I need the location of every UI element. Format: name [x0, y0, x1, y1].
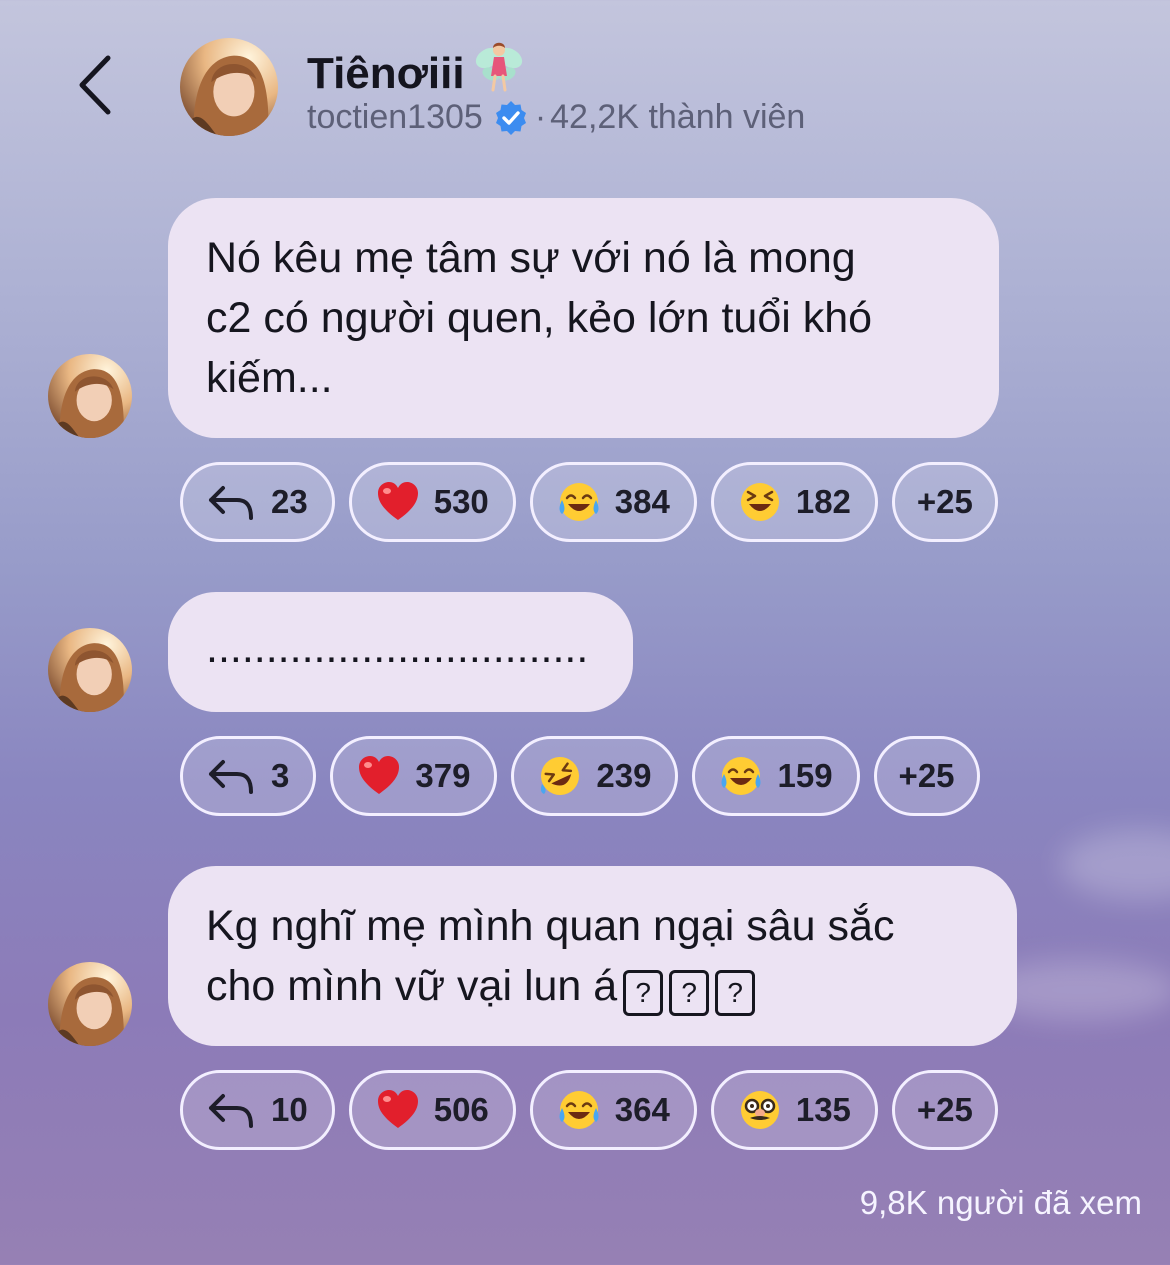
- reaction-rolling-laugh[interactable]: 239: [511, 736, 679, 816]
- reaction-count: 364: [614, 1091, 670, 1128]
- view-count: 9,8K người đã xem: [859, 1184, 1142, 1221]
- reply-icon: [209, 1094, 253, 1128]
- avatar[interactable]: [48, 354, 132, 438]
- avatar[interactable]: [48, 628, 132, 712]
- reaction-squinting-laugh[interactable]: 182: [710, 462, 878, 542]
- channel-subtitle: toctien1305 · 42,2K thành viên: [307, 96, 805, 138]
- missing-glyph: ?: [715, 970, 756, 1016]
- more-reactions-button[interactable]: +25: [873, 736, 980, 816]
- reaction-count: 506: [433, 1091, 489, 1128]
- message-text: ................................: [206, 624, 589, 672]
- tears-of-joy-icon: [559, 1091, 599, 1129]
- tears-of-joy-icon: [559, 483, 599, 521]
- message-bubble[interactable]: ................................: [168, 592, 633, 712]
- more-reactions-button[interactable]: +25: [891, 1070, 998, 1150]
- reply-button[interactable]: 10: [180, 1070, 335, 1150]
- missing-glyph: ?: [669, 970, 710, 1016]
- message-text: cho mình vữ vại lun á: [206, 962, 618, 1010]
- more-count: +25: [916, 1091, 973, 1128]
- reaction-count: 159: [777, 757, 833, 794]
- reply-button[interactable]: 3: [180, 736, 317, 816]
- reaction-count: 239: [596, 757, 652, 794]
- avatar[interactable]: [180, 38, 278, 136]
- reaction-bar: 23 530 384 182 +25: [180, 462, 998, 542]
- reply-icon: [209, 760, 253, 794]
- squinting-laugh-icon: [740, 483, 779, 521]
- reaction-heart[interactable]: 530: [348, 462, 516, 542]
- reply-button[interactable]: 23: [180, 462, 335, 542]
- reaction-disguised-face[interactable]: 135: [710, 1070, 878, 1150]
- reaction-bar: 3 379 239 159 +25: [180, 736, 980, 816]
- message-text: c2 có người quen, kẻo lớn tuổi khó: [206, 294, 873, 342]
- separator-dot: ·: [534, 98, 547, 136]
- rolling-laugh-icon: [541, 757, 580, 795]
- verified-badge-icon: [493, 99, 529, 135]
- reaction-count: 135: [795, 1091, 851, 1128]
- message-text: Nó kêu mẹ tâm sự với nó là mong: [206, 234, 856, 282]
- chevron-left-icon: [79, 55, 111, 115]
- more-count: +25: [898, 757, 955, 794]
- message-bubble[interactable]: Kg nghĩ mẹ mình quan ngại sâu sắc cho mì…: [168, 866, 1017, 1046]
- heart-icon: [359, 756, 400, 794]
- reply-count: 10: [271, 1091, 308, 1128]
- disguised-face-icon: [740, 1091, 779, 1129]
- reply-count: 3: [271, 757, 290, 794]
- reaction-tears-of-joy[interactable]: 364: [529, 1070, 697, 1150]
- tears-of-joy-icon: [721, 757, 761, 795]
- reaction-tears-of-joy[interactable]: 159: [692, 736, 860, 816]
- reaction-count: 379: [415, 757, 471, 794]
- reaction-count: 182: [795, 483, 851, 520]
- username[interactable]: toctien1305: [307, 96, 483, 138]
- message-text: kiếm...: [206, 354, 333, 402]
- back-button[interactable]: [72, 52, 120, 118]
- cloud-decoration: [1060, 830, 1170, 900]
- avatar[interactable]: [48, 962, 132, 1046]
- reaction-heart[interactable]: 506: [348, 1070, 516, 1150]
- reply-count: 23: [271, 483, 308, 520]
- more-count: +25: [916, 483, 973, 520]
- member-count: 42,2K thành viên: [550, 98, 806, 136]
- reaction-heart[interactable]: 379: [330, 736, 498, 816]
- more-reactions-button[interactable]: +25: [891, 462, 998, 542]
- reaction-count: 530: [433, 483, 489, 520]
- reaction-bar: 10 506 364 135 +25: [180, 1070, 998, 1150]
- channel-name: Tiênơiii: [307, 49, 465, 98]
- missing-glyph: ?: [623, 970, 664, 1016]
- reply-icon: [209, 486, 253, 520]
- heart-icon: [377, 1090, 418, 1128]
- message-text: Kg nghĩ mẹ mình quan ngại sâu sắc: [206, 902, 895, 950]
- reaction-tears-of-joy[interactable]: 384: [529, 462, 697, 542]
- reaction-count: 384: [614, 483, 670, 520]
- message-bubble[interactable]: Nó kêu mẹ tâm sự với nó là mong c2 có ng…: [168, 198, 999, 438]
- heart-icon: [377, 482, 418, 520]
